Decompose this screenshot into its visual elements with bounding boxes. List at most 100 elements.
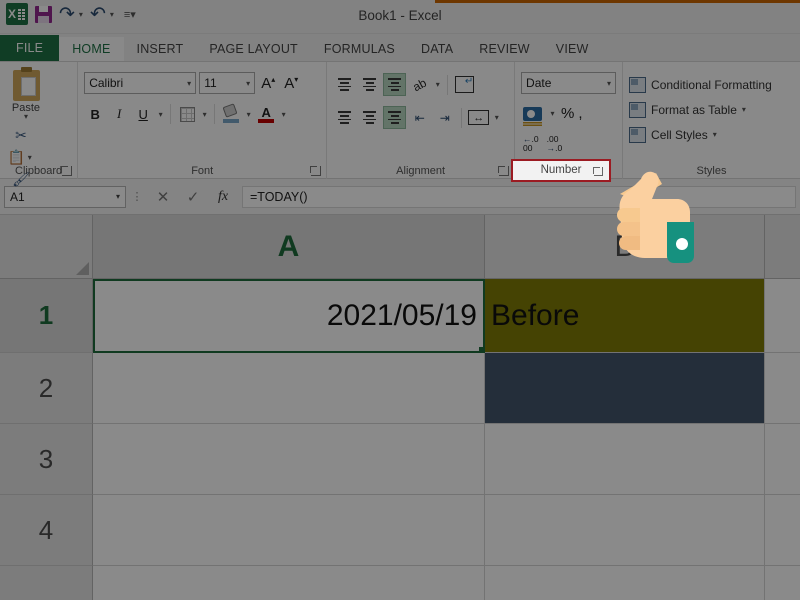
name-box-dropdown-icon[interactable]: ▾ xyxy=(116,192,120,201)
accounting-dropdown-icon[interactable]: ▾ xyxy=(548,109,557,118)
cell-c4[interactable] xyxy=(765,495,800,566)
formula-value: =TODAY() xyxy=(250,189,308,204)
tab-review[interactable]: REVIEW xyxy=(466,37,543,62)
tab-file[interactable]: FILE xyxy=(0,35,60,62)
underline-dropdown-icon[interactable]: ▾ xyxy=(156,110,165,119)
paste-button[interactable]: Paste ▾ xyxy=(6,66,46,121)
cancel-icon[interactable]: ✕ xyxy=(148,186,178,208)
row-header-3[interactable]: 3 xyxy=(0,424,93,495)
formula-bar-grip[interactable]: ⋮ xyxy=(130,191,144,202)
cell-a5[interactable] xyxy=(93,566,485,600)
cell-a1[interactable]: 2021/05/19 xyxy=(93,279,485,353)
underline-button[interactable]: U xyxy=(132,103,154,125)
cell-c2[interactable] xyxy=(765,353,800,424)
align-top-button[interactable] xyxy=(333,73,356,96)
cell-c3[interactable] xyxy=(765,424,800,495)
tab-data[interactable]: DATA xyxy=(408,37,466,62)
cell-c5[interactable] xyxy=(765,566,800,600)
comma-style-button[interactable]: , xyxy=(578,105,582,122)
decrease-font-size-button[interactable]: A▾ xyxy=(281,75,301,92)
excel-window: X ↶ ▾ ↶ ▾ ≡▾ Book1 - Excel FILE HOME INS… xyxy=(0,0,800,600)
italic-button[interactable]: I xyxy=(108,103,130,125)
tab-formulas[interactable]: FORMULAS xyxy=(311,37,408,62)
accounting-format-button[interactable] xyxy=(521,102,544,127)
tab-page-layout[interactable]: PAGE LAYOUT xyxy=(196,37,311,62)
increase-decimal-button[interactable]: ←.0 00 xyxy=(523,135,539,153)
font-size-value: 11 xyxy=(204,76,217,90)
cell-c1[interactable] xyxy=(765,279,800,353)
conditional-formatting-button[interactable]: Conditional Formatting xyxy=(629,72,794,97)
cell-styles-button[interactable]: Cell Styles ▾ xyxy=(629,122,794,147)
row-header-2[interactable]: 2 xyxy=(0,353,93,424)
bold-button[interactable]: B xyxy=(84,103,106,125)
align-center-button[interactable] xyxy=(358,106,381,129)
number-dialog-launcher[interactable] xyxy=(593,167,604,176)
font-size-input[interactable]: 11 ▾ xyxy=(199,72,256,94)
ribbon-group-font: Calibri ▾ 11 ▾ A▴ A▾ B I U ▾ ▾ ▾ A ▾ Fon… xyxy=(77,62,326,179)
fill-color-dropdown-icon[interactable]: ▾ xyxy=(244,110,253,119)
borders-dropdown-icon[interactable]: ▾ xyxy=(200,110,209,119)
clipboard-dialog-launcher[interactable] xyxy=(61,166,73,176)
tab-home[interactable]: HOME xyxy=(59,37,124,62)
formula-input[interactable]: =TODAY() xyxy=(242,185,796,208)
cell-b5[interactable] xyxy=(485,566,765,600)
orientation-button[interactable]: ab xyxy=(408,73,431,96)
cell-b1[interactable]: Before xyxy=(485,279,765,353)
font-divider-2 xyxy=(214,104,216,124)
select-all-button[interactable] xyxy=(0,215,93,279)
tab-view[interactable]: VIEW xyxy=(543,37,602,62)
wrap-text-icon xyxy=(455,76,475,93)
ribbon-tab-bar: FILE HOME INSERT PAGE LAYOUT FORMULAS DA… xyxy=(0,34,800,62)
wrap-text-button[interactable] xyxy=(453,73,476,96)
cell-b1-value: Before xyxy=(491,298,580,332)
cell-b2[interactable] xyxy=(485,353,765,424)
font-size-dropdown-icon[interactable]: ▾ xyxy=(242,79,250,88)
increase-indent-button[interactable]: ⇥ xyxy=(433,106,456,129)
number-group-highlight[interactable]: Number xyxy=(511,159,612,182)
enter-icon[interactable]: ✓ xyxy=(178,186,208,208)
row-header-1[interactable]: 1 xyxy=(0,279,93,353)
row-header-4[interactable]: 4 xyxy=(0,495,93,566)
cell-a2[interactable] xyxy=(93,353,485,424)
decrease-indent-button[interactable]: ⇤ xyxy=(408,106,431,129)
orientation-dropdown-icon[interactable]: ▾ xyxy=(433,80,442,89)
cell-a3[interactable] xyxy=(93,424,485,495)
cell-b4[interactable] xyxy=(485,495,765,566)
cell-a1-value: 2021/05/19 xyxy=(326,299,477,332)
format-as-table-button[interactable]: Format as Table ▾ xyxy=(629,97,794,122)
column-header-a[interactable]: A xyxy=(93,215,485,279)
alignment-dialog-launcher[interactable] xyxy=(498,166,510,176)
ribbon-group-number: Date ▾ ▾ % , ←.0 00 .00 →.0 Number xyxy=(511,62,622,182)
number-format-select[interactable]: Date ▾ xyxy=(521,72,617,94)
font-name-input[interactable]: Calibri ▾ xyxy=(84,72,197,94)
align-right-button[interactable] xyxy=(383,106,407,129)
font-color-button[interactable]: A xyxy=(255,103,277,125)
tab-insert[interactable]: INSERT xyxy=(124,37,197,62)
ribbon-group-alignment: ab ▾ ⇤ ⇥ ▾ Alignment xyxy=(326,62,514,179)
number-format-dropdown-icon[interactable]: ▾ xyxy=(603,79,611,88)
font-dialog-launcher[interactable] xyxy=(310,166,322,176)
format-as-table-dropdown-icon[interactable]: ▾ xyxy=(742,105,746,114)
font-color-icon: A xyxy=(258,105,275,123)
scissors-icon[interactable]: ✂ xyxy=(6,124,36,146)
fill-color-button[interactable] xyxy=(220,103,242,125)
merge-and-center-button[interactable] xyxy=(467,106,490,129)
merge-and-center-icon xyxy=(468,110,490,125)
font-name-dropdown-icon[interactable]: ▾ xyxy=(183,79,191,88)
align-middle-button[interactable] xyxy=(358,73,381,96)
column-header-c[interactable] xyxy=(765,215,800,279)
font-color-dropdown-icon[interactable]: ▾ xyxy=(279,110,288,119)
decrease-decimal-button[interactable]: .00 →.0 xyxy=(547,135,563,153)
cell-styles-dropdown-icon[interactable]: ▾ xyxy=(713,130,717,139)
title-bar: X ↶ ▾ ↶ ▾ ≡▾ Book1 - Excel xyxy=(0,0,800,34)
row-header-5[interactable] xyxy=(0,566,93,600)
percent-style-button[interactable]: % xyxy=(561,105,574,122)
cell-a4[interactable] xyxy=(93,495,485,566)
borders-button[interactable] xyxy=(176,103,198,125)
merge-dropdown-icon[interactable]: ▾ xyxy=(492,113,501,122)
insert-function-icon[interactable]: fx xyxy=(208,186,238,208)
align-left-button[interactable] xyxy=(333,106,356,129)
increase-font-size-button[interactable]: A▴ xyxy=(258,75,278,92)
align-bottom-button[interactable] xyxy=(383,73,407,96)
cell-b3[interactable] xyxy=(485,424,765,495)
